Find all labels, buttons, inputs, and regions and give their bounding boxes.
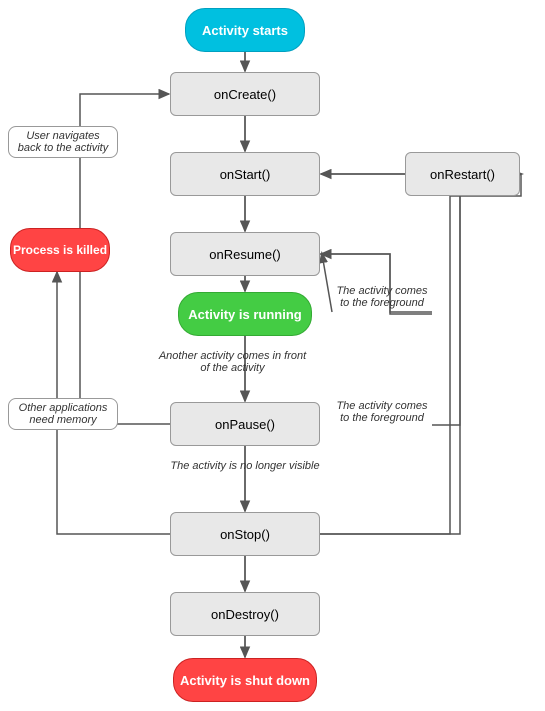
oncreate-node: onCreate() <box>170 72 320 116</box>
onstop-node: onStop() <box>170 512 320 556</box>
onresume-node: onResume() <box>170 232 320 276</box>
process-killed-node: Process is killed <box>10 228 110 272</box>
activity-lifecycle-diagram: Activity starts onCreate() onStart() onR… <box>0 0 545 711</box>
activity-shutdown-node: Activity is shut down <box>173 658 317 702</box>
activity-foreground-upper-label: The activity comes to the foreground <box>332 285 432 309</box>
user-navigates-label: User navigates back to the activity <box>8 126 118 158</box>
another-activity-label: Another activity comes in front of the a… <box>155 350 310 374</box>
no-longer-visible-label: The activity is no longer visible <box>150 460 340 472</box>
activity-running-node: Activity is running <box>178 292 312 336</box>
activity-foreground-lower-label: The activity comes to the foreground <box>332 400 432 424</box>
onpause-node: onPause() <box>170 402 320 446</box>
ondestroy-node: onDestroy() <box>170 592 320 636</box>
other-apps-label: Other applications need memory <box>8 398 118 430</box>
onstart-node: onStart() <box>170 152 320 196</box>
activity-starts-node: Activity starts <box>185 8 305 52</box>
onrestart-node: onRestart() <box>405 152 520 196</box>
